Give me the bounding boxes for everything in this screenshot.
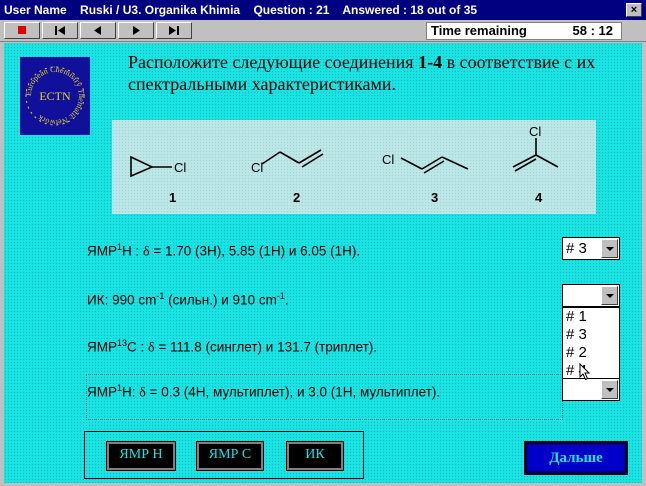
nmr-c-button[interactable]: ЯМР C bbox=[196, 441, 264, 471]
course-name: Ruski / U3. Organika Khimia bbox=[80, 3, 241, 17]
question-area: European Chemistry Thematic Network ECTN… bbox=[4, 43, 642, 483]
answered-count: Answered : 18 out of 35 bbox=[342, 3, 478, 17]
time-remaining-label: Time remaining bbox=[431, 23, 527, 38]
spectrum-buttons-group: ЯМР H ЯМР C ИК bbox=[84, 431, 364, 479]
clue-text: ЯМР bbox=[87, 384, 117, 400]
chevron-down-icon[interactable] bbox=[601, 239, 618, 258]
clue-text: (сильн.) и 910 cm bbox=[164, 292, 277, 308]
ectn-logo-icon: European Chemistry Thematic Network ECTN bbox=[24, 65, 86, 127]
dropdown-option[interactable]: # 3 bbox=[563, 326, 619, 344]
clue-superscript: -1 bbox=[276, 291, 285, 301]
clue-3: ЯМР13C : δ = 111.8 (синглет) и 131.7 (тр… bbox=[87, 338, 377, 357]
dropdown-option[interactable]: # 1 bbox=[563, 308, 619, 326]
question-compounds: 1-4 bbox=[418, 52, 443, 72]
dropdown-option[interactable]: # 2 bbox=[563, 344, 619, 362]
previous-icon bbox=[94, 26, 101, 35]
user-name: User Name bbox=[4, 3, 67, 17]
toolbar: Time remaining 58 : 12 bbox=[0, 20, 646, 42]
answer-dropdown-list: # 1 # 3 # 2 # 4 bbox=[562, 307, 620, 381]
clue-4: ЯМР1H: δ = 0.3 (4H, мультиплет), и 3.0 (… bbox=[87, 383, 440, 402]
clue-text: . bbox=[284, 292, 289, 308]
skip-first-icon bbox=[55, 26, 65, 35]
question-text: Расположите следующие соединения 1-4 в с… bbox=[128, 51, 608, 95]
structures-diagram: Cl Cl Cl Cl 1 2 3 4 bbox=[130, 124, 559, 205]
ectn-logo: European Chemistry Thematic Network ECTN bbox=[20, 57, 90, 135]
application-window: User Name Ruski / U3. Organika Khimia Qu… bbox=[0, 0, 646, 486]
chlorine-label: Cl bbox=[174, 160, 186, 175]
logo-center-text: ECTN bbox=[39, 89, 71, 103]
clue-text: C : bbox=[127, 339, 149, 355]
first-question-button[interactable] bbox=[42, 22, 78, 39]
clue-superscript: 13 bbox=[117, 338, 128, 348]
clue-1: ЯМР1H : δ = 1.70 (3H), 5.85 (1H) и 6.05 … bbox=[87, 242, 360, 261]
structure-number-3: 3 bbox=[431, 190, 438, 205]
structures-panel: Cl Cl Cl Cl 1 2 3 4 bbox=[112, 120, 596, 214]
stop-icon bbox=[18, 26, 26, 34]
previous-question-button[interactable] bbox=[80, 22, 116, 39]
chevron-down-icon[interactable] bbox=[601, 286, 618, 305]
clue-text: = 1.70 (3H), 5.85 (1H) и 6.05 (1H). bbox=[149, 243, 361, 259]
question-text-part: Расположите следующие соединения bbox=[128, 52, 419, 72]
clue-symbol: δ bbox=[143, 244, 150, 260]
close-button[interactable]: × bbox=[626, 3, 642, 17]
next-icon bbox=[133, 26, 140, 35]
clue-text: ЯМР bbox=[87, 243, 117, 259]
time-remaining-value: 58 : 12 bbox=[572, 23, 613, 38]
last-question-button[interactable] bbox=[156, 22, 192, 39]
answer-select-4[interactable] bbox=[562, 378, 620, 401]
answer-select-2[interactable] bbox=[562, 284, 620, 307]
clue-text: = 111.8 (синглет) и 131.7 (триплет). bbox=[154, 339, 378, 355]
clue-text: ИК: 990 cm bbox=[87, 292, 157, 308]
answer-select-1[interactable]: # 3 bbox=[562, 237, 620, 260]
chlorine-label: Cl bbox=[529, 124, 541, 139]
clue-text: H : bbox=[122, 243, 144, 259]
clue-2: ИК: 990 cm-1 (сильн.) и 910 cm-1. bbox=[87, 291, 289, 308]
skip-last-icon bbox=[169, 26, 179, 35]
answer-select-value: # 3 bbox=[566, 240, 587, 257]
nmr-h-button[interactable]: ЯМР H bbox=[106, 441, 176, 471]
chlorine-label: Cl bbox=[382, 152, 394, 167]
clue-symbol: δ bbox=[148, 340, 155, 356]
clue-symbol: δ bbox=[139, 385, 146, 401]
clue-text: H: bbox=[122, 384, 140, 400]
clue-text: ЯМР bbox=[87, 339, 117, 355]
clue-text: = 0.3 (4H, мультиплет), и 3.0 (1H, мульт… bbox=[145, 384, 441, 400]
next-question-button[interactable] bbox=[118, 22, 154, 39]
structure-number-1: 1 bbox=[169, 190, 176, 205]
ir-button[interactable]: ИК bbox=[286, 441, 344, 471]
chevron-down-icon[interactable] bbox=[601, 380, 618, 399]
mouse-pointer-icon bbox=[579, 363, 591, 381]
structure-number-4: 4 bbox=[535, 190, 543, 205]
next-button[interactable]: Дальше bbox=[524, 441, 628, 475]
title-bar: User Name Ruski / U3. Organika Khimia Qu… bbox=[0, 0, 646, 20]
chlorine-label: Cl bbox=[251, 160, 263, 175]
question-number: Question : 21 bbox=[253, 3, 330, 17]
structure-number-2: 2 bbox=[293, 190, 300, 205]
stop-button[interactable] bbox=[4, 22, 40, 39]
time-remaining: Time remaining 58 : 12 bbox=[426, 22, 622, 40]
